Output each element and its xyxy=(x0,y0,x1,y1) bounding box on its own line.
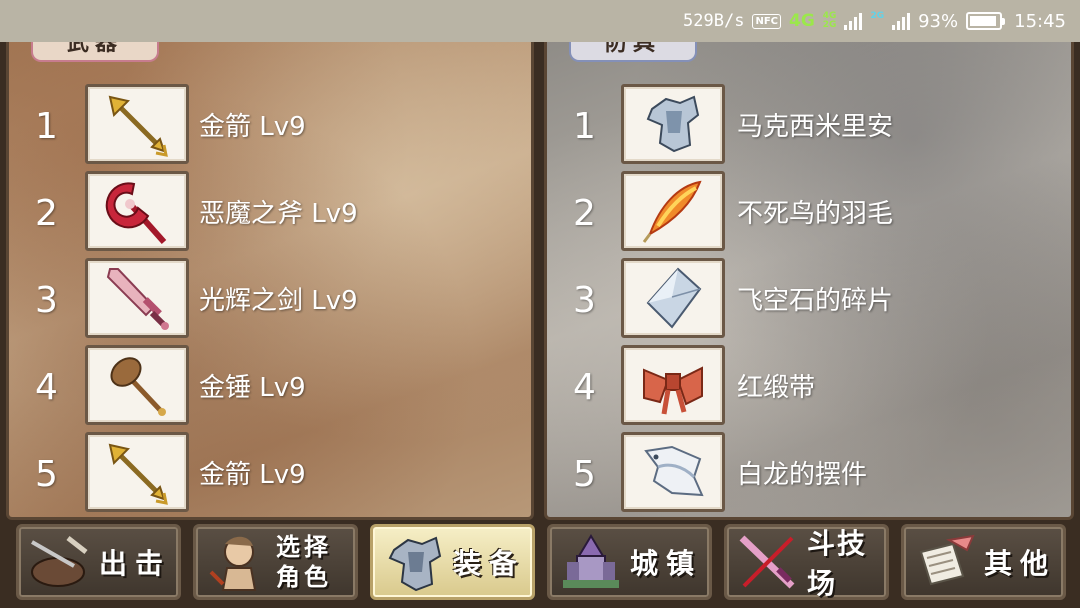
arena-label: 斗技场 xyxy=(807,527,868,600)
sim2-signal-icon xyxy=(892,12,911,30)
arena-button[interactable]: 斗技场 xyxy=(724,524,889,600)
weapon-name: 恶魔之斧 Lv9 xyxy=(199,199,358,229)
status-bar: 529B/s NFC 4G 4G 2G 2G 93% 15:45 xyxy=(0,0,1080,42)
armor-name: 马克西米里安 xyxy=(737,112,894,142)
nfc-icon: NFC xyxy=(752,13,781,29)
golden-hammer-icon xyxy=(85,345,189,425)
plate-armor-icon xyxy=(621,84,725,164)
armor-name: 白龙的摆件 xyxy=(737,460,868,490)
red-ribbon-icon xyxy=(621,345,725,425)
armor-row-2[interactable]: 2 不死鸟的羽毛 xyxy=(547,171,1071,253)
armor-name: 红缎带 xyxy=(737,373,816,403)
select-character-button[interactable]: 选择角色 xyxy=(193,524,358,600)
armor-panel: 防具 1 马克西米里安 2 不死鸟的羽毛 3 飞空石的碎片 4 红缎带 5 白龙… xyxy=(544,42,1074,520)
armor-row-3[interactable]: 3 飞空石的碎片 xyxy=(547,258,1071,340)
equipment-label: 装备 xyxy=(453,547,526,580)
battery-icon xyxy=(966,12,1006,30)
clock: 15:45 xyxy=(1014,10,1066,32)
bottom-nav: 出击 选择角色 装备 城镇 斗技场 其他 xyxy=(0,520,1080,608)
sortie-button[interactable]: 出击 xyxy=(16,524,181,600)
sortie-label: 出击 xyxy=(99,547,172,580)
weapon-rank: 3 xyxy=(35,280,58,321)
weapon-rank: 4 xyxy=(35,367,58,408)
white-dragon-icon xyxy=(621,432,725,512)
weapon-row-3[interactable]: 3 光辉之剑 Lv9 xyxy=(9,258,531,340)
armor-rank: 4 xyxy=(573,367,596,408)
weapons-panel: 武器 1 金箭 Lv9 2 恶魔之斧 Lv9 3 光辉之剑 Lv9 4 金锤 L… xyxy=(6,42,534,520)
equipment-button[interactable]: 装备 xyxy=(370,524,535,600)
armor-rank: 2 xyxy=(573,193,596,234)
armor-row-5[interactable]: 5 白龙的摆件 xyxy=(547,432,1071,514)
weapons-tab: 武器 xyxy=(31,42,159,62)
network-4g-icon: 4G xyxy=(789,11,815,31)
radiant-sword-icon xyxy=(85,258,189,338)
golden-arrow-icon xyxy=(85,432,189,512)
weapon-name: 金锤 Lv9 xyxy=(199,373,306,403)
armor-name: 不死鸟的羽毛 xyxy=(737,199,894,229)
golden-arrow-icon xyxy=(85,84,189,164)
weapon-rank: 1 xyxy=(35,106,58,147)
battery-percent: 93% xyxy=(918,10,959,32)
select-character-label: 选择角色 xyxy=(276,533,332,591)
sim1-signal-icon xyxy=(844,12,863,30)
arena-icon xyxy=(735,531,801,593)
sim1-signal-label: 4G 2G xyxy=(822,11,837,30)
weapon-row-5[interactable]: 5 金箭 Lv9 xyxy=(9,432,531,514)
crystal-shard-icon xyxy=(621,258,725,338)
armor-rank: 3 xyxy=(573,280,596,321)
sim2-label: 2G xyxy=(870,11,885,21)
other-icon xyxy=(912,531,978,593)
town-button[interactable]: 城镇 xyxy=(547,524,712,600)
other-button[interactable]: 其他 xyxy=(901,524,1066,600)
weapon-name: 光辉之剑 Lv9 xyxy=(199,286,358,316)
town-icon xyxy=(558,531,624,593)
armor-name: 飞空石的碎片 xyxy=(737,286,894,316)
demon-axe-icon xyxy=(85,171,189,251)
weapon-rank: 5 xyxy=(35,454,58,495)
armor-rank: 1 xyxy=(573,106,596,147)
sortie-icon xyxy=(27,531,93,593)
armor-row-4[interactable]: 4 红缎带 xyxy=(547,345,1071,427)
armor-tab: 防具 xyxy=(569,42,697,62)
phoenix-feather-icon xyxy=(621,171,725,251)
weapon-name: 金箭 Lv9 xyxy=(199,460,306,490)
equipment-icon xyxy=(381,531,447,593)
network-speed: 529B/s xyxy=(683,11,745,31)
character-icon xyxy=(204,531,270,593)
equipment-screen: 武器 1 金箭 Lv9 2 恶魔之斧 Lv9 3 光辉之剑 Lv9 4 金锤 L… xyxy=(0,42,1080,608)
armor-row-1[interactable]: 1 马克西米里安 xyxy=(547,84,1071,166)
armor-rank: 5 xyxy=(573,454,596,495)
other-label: 其他 xyxy=(984,547,1057,580)
weapon-name: 金箭 Lv9 xyxy=(199,112,306,142)
weapon-row-4[interactable]: 4 金锤 Lv9 xyxy=(9,345,531,427)
town-label: 城镇 xyxy=(630,547,703,580)
weapon-row-1[interactable]: 1 金箭 Lv9 xyxy=(9,84,531,166)
weapon-rank: 2 xyxy=(35,193,58,234)
weapon-row-2[interactable]: 2 恶魔之斧 Lv9 xyxy=(9,171,531,253)
